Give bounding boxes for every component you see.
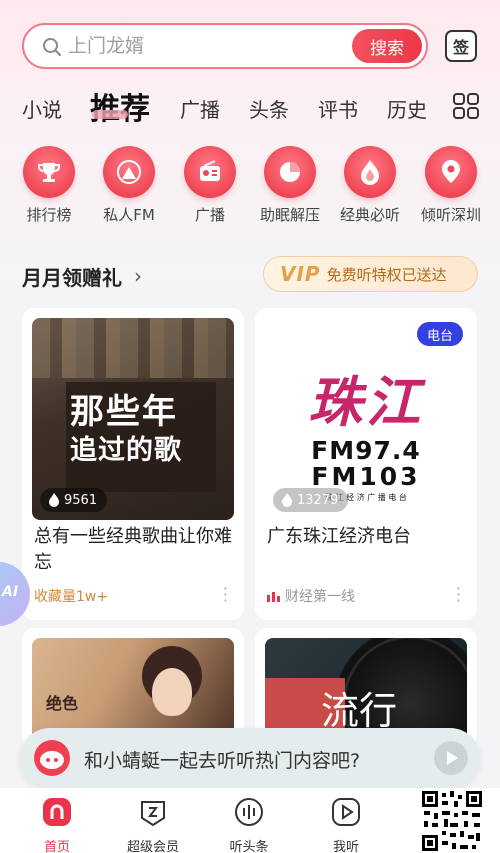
card-cover: 那些年 追过的歌 9561 [32, 318, 234, 520]
vip-crown-icon [141, 801, 165, 827]
quick-entry-label: 助眠解压 [259, 206, 320, 224]
flame-icon [282, 493, 292, 507]
tab-broadcast[interactable]: 广播 [180, 94, 220, 123]
quick-entry-sleep[interactable]: 助眠解压 [250, 146, 330, 225]
play-count-badge: 13279 [273, 488, 349, 512]
cover-title: 绝色 [46, 694, 79, 713]
play-count: 9561 [64, 492, 98, 508]
quick-entry-shenzhen[interactable]: 倾听深圳 [411, 146, 491, 225]
nav-label: 我听 [332, 840, 359, 853]
tab-headlines[interactable]: 头条 [249, 94, 289, 123]
ai-label: AI [2, 584, 19, 600]
nav-label: 超级会员 [126, 840, 179, 853]
card-meta: 财经第一线 [267, 586, 355, 606]
radio-icon [184, 146, 236, 198]
flame-icon [344, 146, 396, 198]
cover-title: 那些年 [70, 392, 178, 432]
cover-title: 珠江 [308, 370, 424, 434]
cover-fm-primary: FM97.4 [311, 436, 421, 465]
card-title: 总有一些经典歌曲让你难忘 [34, 526, 232, 573]
qr-code [420, 789, 484, 853]
quick-entry-broadcast[interactable]: 广播 [170, 146, 250, 225]
search-bar[interactable]: 搜索 [22, 23, 428, 69]
vip-banner[interactable]: VIP 免费听特权已送达 [263, 256, 478, 292]
bar-chart-icon [267, 592, 280, 602]
cover-fm-secondary: FM103 [311, 462, 421, 491]
cover-portrait-face [152, 668, 192, 716]
search-icon [43, 38, 61, 56]
play-icon[interactable] [434, 741, 468, 775]
nav-my-listening[interactable]: 我听 [306, 796, 386, 853]
cover-subtitle: 追过的歌 [70, 435, 182, 466]
nav-home[interactable]: 首页 [17, 796, 97, 853]
home-icon [43, 798, 71, 826]
mascot-avatar [34, 740, 70, 776]
content-card[interactable]: 那些年 追过的歌 9561 总有一些经典歌曲让你难忘 收藏量1w+ · · · [22, 308, 244, 620]
section-title[interactable]: 月月领赠礼 [22, 262, 122, 291]
audio-headlines-icon [235, 798, 263, 826]
tab-history[interactable]: 历史 [387, 94, 427, 123]
category-tabs: 小说 推荐 广播 头条 评书 历史 [0, 84, 500, 128]
card-cover: 珠江 FM97.4 FM103 珠 江 经 济 广 播 电 台 13279 [265, 318, 467, 520]
trophy-icon [23, 146, 75, 198]
nav-headlines[interactable]: 听头条 [209, 796, 289, 853]
search-input[interactable] [68, 33, 328, 59]
quick-entry-ranking[interactable]: 排行榜 [9, 146, 89, 225]
flame-icon [49, 493, 59, 507]
chevron-right-icon[interactable]: › [134, 264, 142, 288]
radio-badge: 电台 [417, 322, 463, 346]
quick-entry-label: 排行榜 [26, 206, 72, 224]
vip-banner-text: 免费听特权已送达 [326, 265, 447, 284]
quick-entry-label: 经典必听 [339, 206, 400, 224]
location-icon [425, 146, 477, 198]
moon-icon [264, 146, 316, 198]
search-button[interactable]: 搜索 [352, 29, 422, 63]
nav-super-vip[interactable]: 超级会员 [113, 796, 193, 853]
quick-entry-classics[interactable]: 经典必听 [330, 146, 410, 225]
more-options-icon[interactable]: · · · [456, 581, 461, 609]
more-options-icon[interactable]: · · · [223, 581, 228, 609]
tab-recommend[interactable]: 推荐 [90, 84, 150, 128]
card-meta-text: 财经第一线 [285, 589, 355, 605]
quick-entry-label: 私人FM [103, 206, 155, 224]
sign-in-button[interactable]: 签 [445, 30, 477, 62]
play-count: 13279 [297, 492, 339, 508]
vip-logo: VIP [280, 262, 321, 286]
assistant-chat-bar[interactable]: 和小蜻蜓一起去听听热门内容吧? [20, 728, 480, 788]
cover-title: 流行 [321, 689, 398, 733]
fm-icon [103, 146, 155, 198]
nav-label: 首页 [43, 840, 70, 853]
quick-entry-private-fm[interactable]: 私人FM [89, 146, 169, 225]
play-icon [332, 798, 360, 826]
quick-entry-label: 倾听深圳 [420, 206, 481, 224]
chat-prompt: 和小蜻蜓一起去听听热门内容吧? [84, 750, 361, 772]
play-count-badge: 9561 [40, 488, 108, 512]
card-title: 广东珠江经济电台 [267, 526, 411, 547]
all-categories-icon[interactable] [452, 92, 480, 120]
nav-label: 听头条 [229, 840, 269, 853]
content-card[interactable]: 珠江 FM97.4 FM103 珠 江 经 济 广 播 电 台 13279 电台… [255, 308, 477, 620]
tab-novel[interactable]: 小说 [22, 94, 62, 123]
tab-storytelling[interactable]: 评书 [318, 94, 358, 123]
quick-entry-label: 广播 [194, 206, 225, 224]
card-meta: 收藏量1w+ [34, 589, 109, 605]
cover-posters [32, 318, 234, 378]
active-tab-indicator [92, 110, 128, 119]
